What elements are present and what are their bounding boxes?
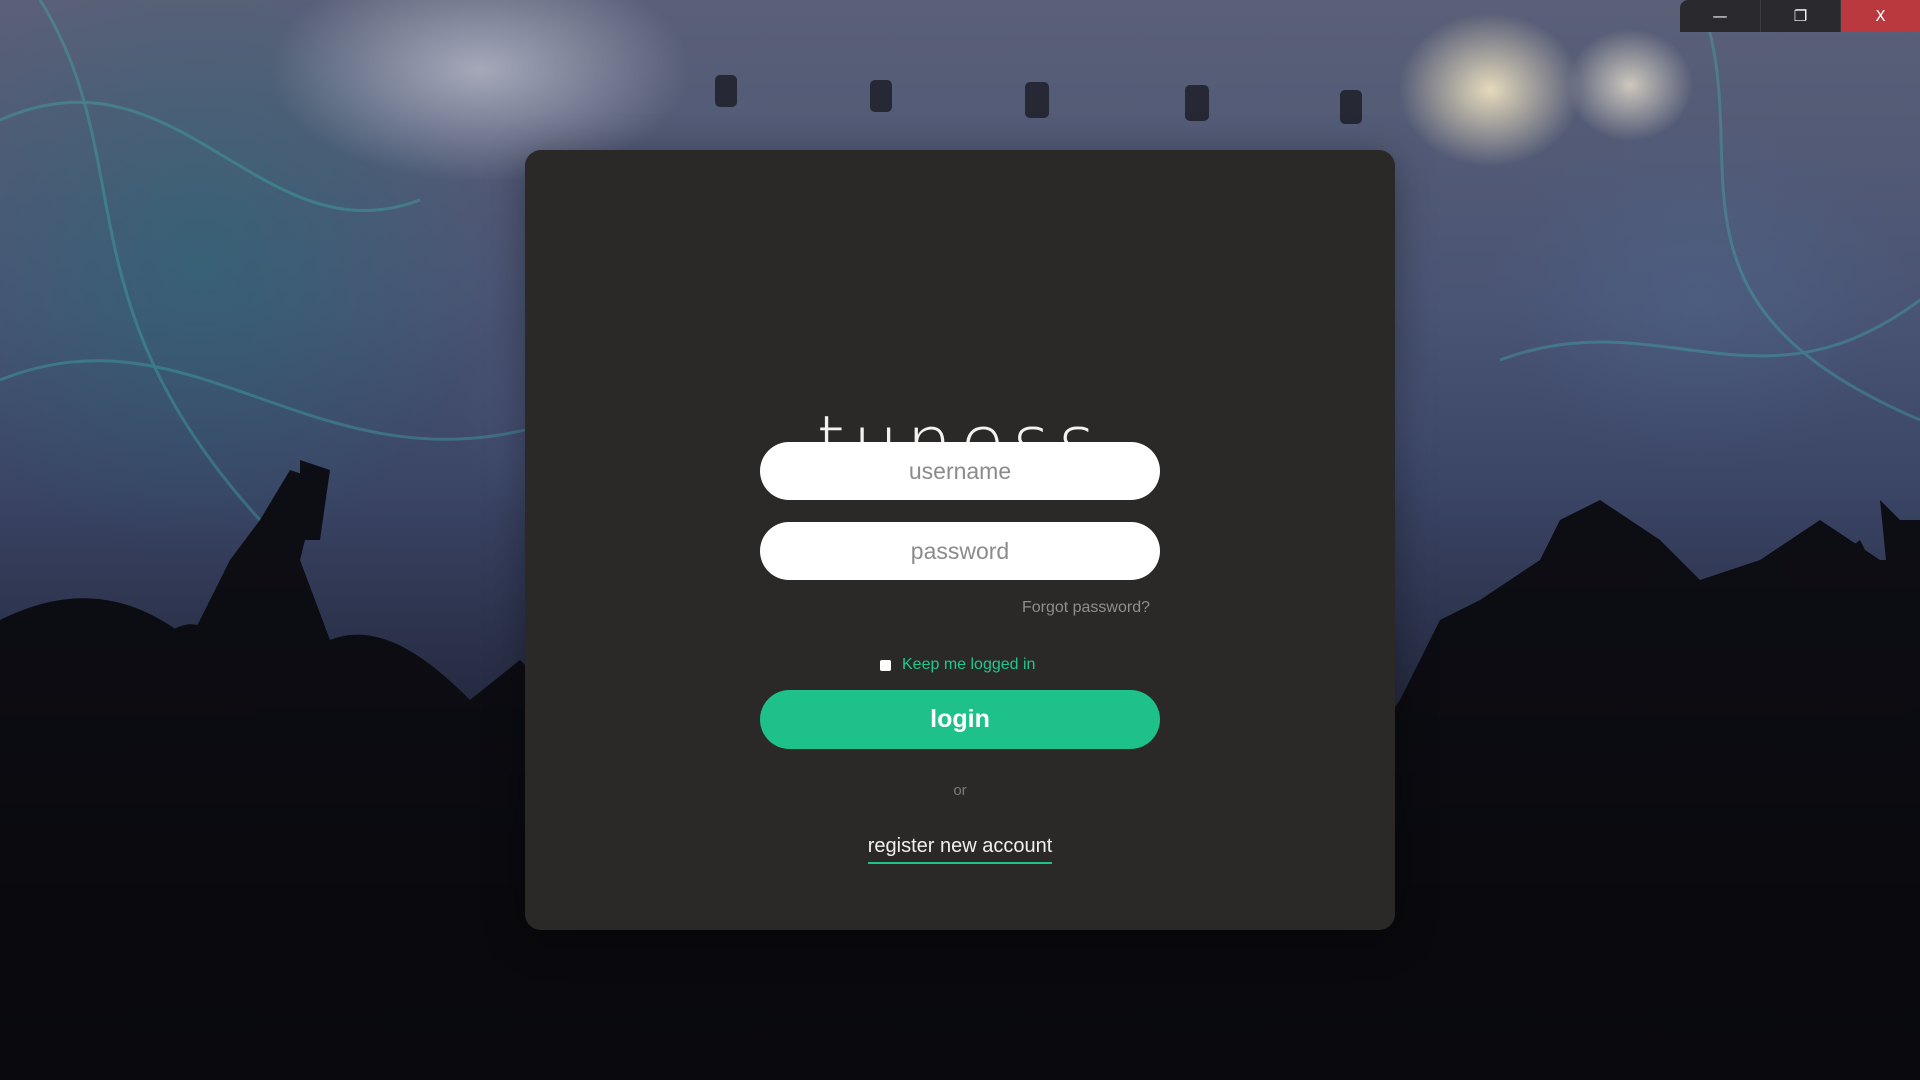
maximize-icon: ❐ (1793, 7, 1808, 25)
window-controls: — ❐ X (1680, 0, 1920, 32)
register-container: register new account (820, 835, 1100, 864)
keep-logged-in-checkbox[interactable]: Keep me logged in (880, 656, 1035, 674)
register-new-account-link[interactable]: register new account (867, 835, 1053, 864)
password-input[interactable] (760, 522, 1160, 580)
close-icon: X (1875, 7, 1886, 25)
keep-logged-in-label: Keep me logged in (902, 656, 1036, 673)
minimize-button[interactable]: — (1680, 0, 1760, 32)
username-input[interactable] (760, 442, 1160, 500)
minimize-icon: — (1712, 7, 1728, 25)
close-button[interactable]: X (1840, 0, 1920, 32)
forgot-password-link[interactable]: Forgot password? (960, 599, 1150, 617)
maximize-button[interactable]: ❐ (1760, 0, 1840, 32)
or-separator: or (953, 782, 967, 799)
checkbox-icon[interactable] (880, 659, 891, 671)
login-button[interactable]: login (760, 690, 1160, 749)
